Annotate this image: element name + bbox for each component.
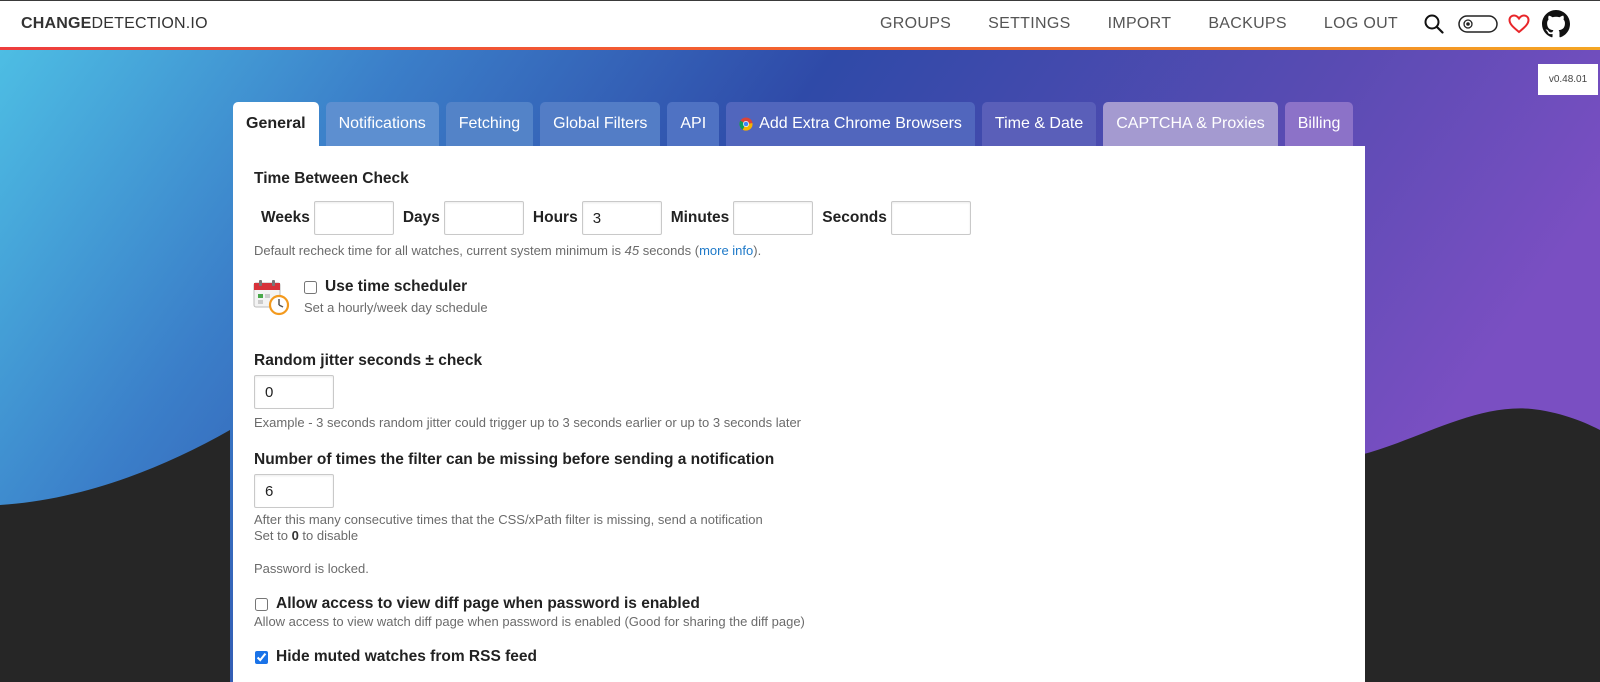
password-status: Password is locked. bbox=[254, 561, 369, 576]
nav-logout[interactable]: LOG OUT bbox=[1324, 15, 1398, 33]
filter-missing-input[interactable] bbox=[254, 474, 334, 508]
nav-import[interactable]: IMPORT bbox=[1108, 15, 1172, 33]
brand-logo[interactable]: CHANGEDETECTION.IO bbox=[21, 15, 208, 33]
days-input[interactable] bbox=[443, 201, 524, 235]
hours-input[interactable] bbox=[581, 201, 662, 235]
top-navbar: CHANGEDETECTION.IO GROUPS SETTINGS IMPOR… bbox=[0, 0, 1600, 50]
days-label: Days bbox=[402, 209, 440, 226]
github-icon[interactable] bbox=[1542, 9, 1570, 38]
use-time-scheduler-label: Use time scheduler bbox=[325, 278, 468, 295]
nav-settings[interactable]: SETTINGS bbox=[988, 15, 1070, 33]
tab-captcha-proxies[interactable]: CAPTCHA & Proxies bbox=[1103, 102, 1278, 146]
filter-missing-title: Number of times the filter can be missin… bbox=[254, 451, 775, 468]
time-between-check-title: Time Between Check bbox=[254, 170, 409, 187]
tab-fetching[interactable]: Fetching bbox=[445, 102, 534, 146]
calendar-clock-icon bbox=[253, 280, 290, 316]
allow-diff-access-label: Allow access to view diff page when pass… bbox=[276, 595, 700, 612]
filter-missing-disable-help: Set to 0 to disable bbox=[254, 528, 359, 543]
use-time-scheduler-checkbox[interactable] bbox=[304, 281, 317, 294]
chrome-icon bbox=[739, 117, 753, 131]
tab-general[interactable]: General bbox=[233, 102, 319, 146]
dark-mode-toggle-icon[interactable] bbox=[1458, 14, 1498, 34]
time-between-check-row: Weeks Days Hours Minutes Seconds bbox=[257, 201, 976, 235]
tab-extra-chrome-browsers[interactable]: Add Extra Chrome Browsers bbox=[726, 102, 975, 146]
allow-diff-access-help: Allow access to view watch diff page whe… bbox=[254, 614, 805, 629]
minutes-input[interactable] bbox=[733, 201, 814, 235]
heart-icon[interactable] bbox=[1508, 13, 1530, 34]
hours-label: Hours bbox=[532, 209, 578, 226]
general-settings-panel: Time Between Check Weeks Days Hours Minu… bbox=[233, 146, 1365, 682]
jitter-title: Random jitter seconds ± check bbox=[254, 352, 483, 369]
tab-billing[interactable]: Billing bbox=[1284, 102, 1354, 146]
search-icon[interactable] bbox=[1424, 14, 1444, 34]
allow-diff-access-checkbox[interactable] bbox=[255, 598, 268, 611]
use-time-scheduler-help: Set a hourly/week day schedule bbox=[304, 300, 488, 315]
more-info-link[interactable]: more info bbox=[699, 243, 753, 258]
nav-backups[interactable]: BACKUPS bbox=[1208, 15, 1287, 33]
settings-tabs: General Notifications Fetching Global Fi… bbox=[233, 102, 1360, 146]
tab-notifications[interactable]: Notifications bbox=[325, 102, 439, 146]
weeks-input[interactable] bbox=[313, 201, 394, 235]
filter-missing-help: After this many consecutive times that t… bbox=[254, 512, 763, 527]
nav-groups[interactable]: GROUPS bbox=[880, 15, 951, 33]
seconds-input[interactable] bbox=[890, 201, 971, 235]
time-between-check-help: Default recheck time for all watches, cu… bbox=[254, 243, 762, 258]
jitter-help: Example - 3 seconds random jitter could … bbox=[254, 415, 802, 430]
version-badge: v0.48.01 bbox=[1538, 64, 1598, 95]
minutes-label: Minutes bbox=[670, 209, 730, 226]
seconds-label: Seconds bbox=[822, 209, 887, 226]
tab-time-date[interactable]: Time & Date bbox=[981, 102, 1097, 146]
jitter-input[interactable] bbox=[254, 375, 334, 409]
weeks-label: Weeks bbox=[261, 209, 310, 226]
tab-global-filters[interactable]: Global Filters bbox=[540, 102, 661, 146]
hide-muted-rss-checkbox[interactable] bbox=[255, 651, 268, 664]
tab-extra-chrome-browsers-label: Add Extra Chrome Browsers bbox=[759, 115, 962, 132]
main-nav: GROUPS SETTINGS IMPORT BACKUPS LOG OUT bbox=[880, 0, 1600, 47]
tab-api[interactable]: API bbox=[667, 102, 720, 146]
hide-muted-rss-label: Hide muted watches from RSS feed bbox=[276, 648, 537, 665]
